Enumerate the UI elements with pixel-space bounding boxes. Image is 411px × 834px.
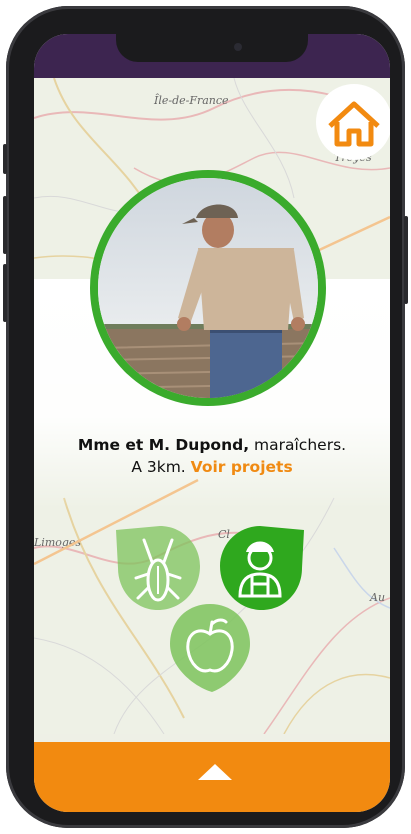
chevron-up-icon[interactable] [198, 764, 232, 780]
voir-projets-link[interactable]: Voir projets [191, 458, 293, 476]
producer-role: maraîchers. [249, 436, 347, 454]
mute-switch [3, 144, 7, 174]
farmer-photo [98, 178, 318, 398]
producer-distance: A 3km. [131, 458, 186, 476]
producer-photo[interactable] [90, 170, 326, 406]
power-button [404, 216, 408, 304]
home-icon [328, 101, 380, 147]
volume-up-button [3, 196, 7, 254]
producer-caption: Mme et M. Dupond, maraîchers. A 3km. Voi… [34, 434, 390, 478]
app-screen: Île-de-France Troyes Limoges Cl Au [34, 34, 390, 812]
notch [116, 34, 308, 62]
producer-name: Mme et M. Dupond, [77, 436, 250, 454]
category-pin-apple[interactable] [162, 600, 258, 696]
camera-dot [234, 43, 242, 51]
bottom-bar [34, 742, 390, 812]
home-button[interactable] [316, 84, 390, 160]
volume-down-button [3, 264, 7, 322]
apple-icon [170, 604, 250, 692]
